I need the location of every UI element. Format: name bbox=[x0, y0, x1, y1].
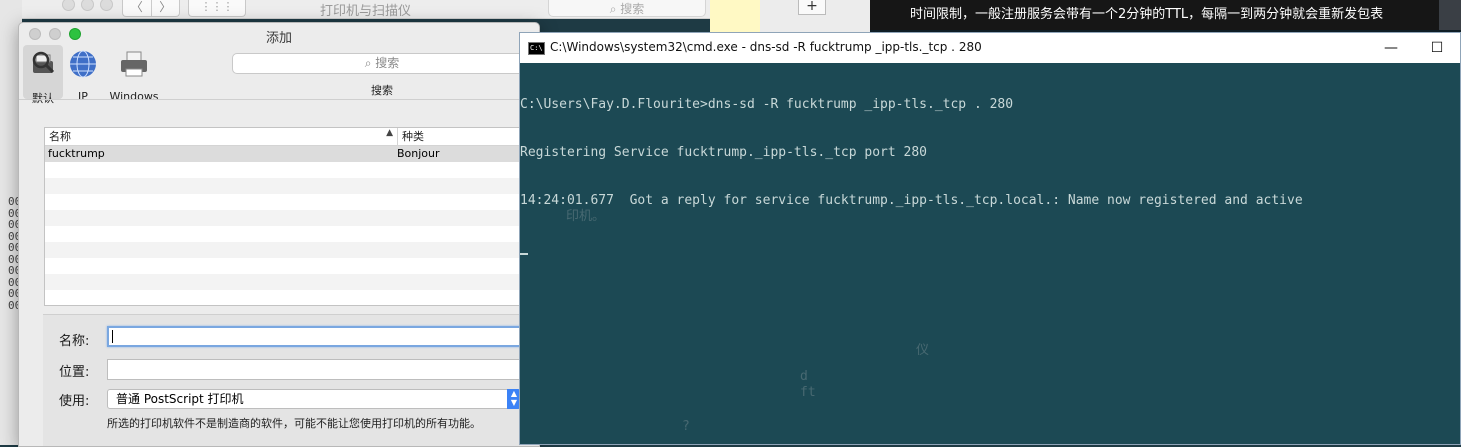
toolbar-default-button[interactable]: 默认 bbox=[23, 45, 63, 105]
driver-select[interactable]: 普通 PostScript 打印机 ▲ ▼ bbox=[107, 389, 521, 409]
table-row bbox=[45, 226, 538, 242]
toolbar-ip-button[interactable]: IP bbox=[63, 47, 103, 103]
printer-details-panel: 名称: 位置: 使用: 普通 PostScript 打印机 ▲ ▼ 所选的打印机软… bbox=[43, 314, 539, 446]
table-row bbox=[45, 274, 538, 290]
column-header-kind[interactable]: 种类 bbox=[398, 128, 424, 145]
background-banner: 时间限制，一般注册服务会带有一个2分钟的TTL，每隔一到两分钟就会重新发包表 bbox=[870, 0, 1461, 30]
text-caret bbox=[112, 330, 113, 343]
table-row bbox=[45, 210, 538, 226]
toolbar-default-label: 默认 bbox=[32, 92, 54, 105]
cmd-window: C:\ C:\Windows\system32\cmd.exe - dns-sd… bbox=[519, 32, 1461, 445]
globe-icon bbox=[70, 50, 96, 78]
background-plus-button[interactable]: + bbox=[798, 0, 826, 15]
ghost-text: d bbox=[800, 369, 808, 384]
table-row bbox=[45, 290, 538, 305]
ghost-text: ft bbox=[800, 385, 816, 400]
search-placeholder: 搜索 bbox=[375, 56, 400, 70]
printer-search-input[interactable]: ⌕ 搜索 bbox=[232, 53, 532, 74]
printer-kind-cell: Bonjour bbox=[397, 147, 440, 160]
background-search-field[interactable]: ⌕ 搜索 bbox=[548, 0, 706, 17]
search-icon: ⌕ bbox=[364, 56, 372, 70]
printer-name-cell: fucktrump bbox=[48, 147, 105, 160]
table-row[interactable]: fucktrump Bonjour bbox=[45, 146, 538, 162]
console-cursor bbox=[520, 253, 528, 255]
driver-select-value: 普通 PostScript 打印机 bbox=[116, 392, 244, 406]
maximize-icon[interactable]: ☐ bbox=[1414, 33, 1460, 63]
windows-printer-icon bbox=[121, 51, 147, 77]
toolbar-ip-label: IP bbox=[78, 90, 88, 103]
add-printer-dialog: 添加 默认 IP Windows ⌕ 搜索 搜索 名称 ▲ 种类 fucktru… bbox=[18, 22, 540, 447]
cmd-titlebar: C:\ C:\Windows\system32\cmd.exe - dns-sd… bbox=[520, 33, 1460, 63]
ghost-text: 仪 bbox=[916, 343, 930, 358]
sort-ascending-icon: ▲ bbox=[386, 128, 393, 138]
minimize-icon[interactable]: — bbox=[1368, 33, 1414, 63]
dialog-titlebar: 添加 bbox=[19, 23, 539, 46]
table-row bbox=[45, 194, 538, 210]
cmd-console[interactable]: C:\Users\Fay.D.Flourite>dns-sd -R fucktr… bbox=[520, 63, 1460, 444]
default-printer-icon bbox=[32, 51, 55, 74]
background-grid-button[interactable]: ⋮⋮⋮ bbox=[188, 0, 246, 17]
use-label: 使用: bbox=[59, 394, 90, 409]
dialog-title: 添加 bbox=[265, 31, 292, 46]
cmd-window-controls: — ☐ bbox=[1368, 33, 1460, 63]
console-line: 14:24:01.677 Got a reply for service fuc… bbox=[520, 193, 1303, 208]
cmd-icon: C:\ bbox=[528, 42, 545, 55]
table-row bbox=[45, 178, 538, 194]
console-line: Registering Service fucktrump._ipp-tls._… bbox=[520, 145, 927, 160]
table-row bbox=[45, 162, 538, 178]
back-button[interactable]: 〈 bbox=[123, 0, 151, 16]
location-label: 位置: bbox=[59, 365, 90, 380]
printer-list-table[interactable]: 名称 ▲ 种类 fucktrump Bonjour bbox=[44, 127, 539, 306]
toolbar-windows-button[interactable]: Windows bbox=[105, 47, 163, 103]
banner-thumbnail bbox=[1439, 0, 1461, 30]
forward-button[interactable]: 〉 bbox=[150, 0, 180, 16]
driver-note: 所选的打印机软件不是制造商的软件，可能不能让您使用打印机的所有功能。 bbox=[107, 417, 481, 430]
search-caption: 搜索 bbox=[371, 84, 393, 97]
table-row bbox=[45, 258, 538, 274]
location-field[interactable] bbox=[107, 359, 521, 380]
table-body: fucktrump Bonjour bbox=[45, 146, 538, 305]
table-row bbox=[45, 242, 538, 258]
table-header: 名称 ▲ 种类 bbox=[45, 128, 538, 146]
name-label: 名称: bbox=[59, 334, 90, 349]
banner-text: 时间限制，一般注册服务会带有一个2分钟的TTL，每隔一到两分钟就会重新发包表 bbox=[910, 7, 1384, 22]
ghost-text: ? bbox=[682, 419, 690, 434]
background-window-title: 打印机与扫描仪 bbox=[320, 4, 412, 19]
toolbar-divider bbox=[19, 99, 539, 100]
cmd-title: C:\Windows\system32\cmd.exe - dns-sd -R … bbox=[550, 40, 982, 54]
console-line: C:\Users\Fay.D.Flourite>dns-sd -R fucktr… bbox=[520, 97, 1014, 112]
name-field[interactable] bbox=[107, 326, 521, 347]
toolbar-windows-label: Windows bbox=[109, 90, 159, 103]
background-nav-buttons[interactable]: 〈 〉 bbox=[122, 0, 180, 17]
column-header-name[interactable]: 名称 ▲ bbox=[45, 128, 398, 145]
background-window-controls bbox=[62, 0, 113, 11]
ghost-text: 印机。 bbox=[566, 209, 606, 224]
